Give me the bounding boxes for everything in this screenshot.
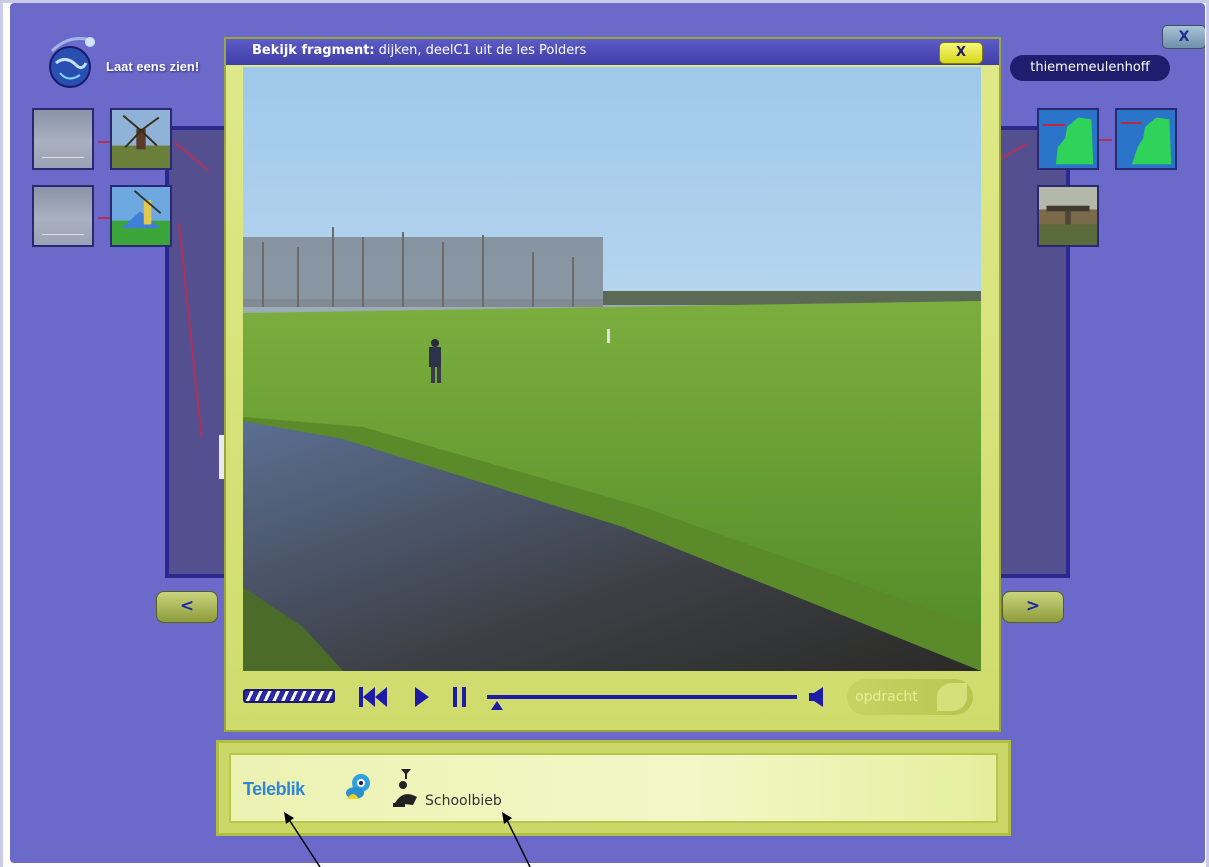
thumbnail-power-lines[interactable] bbox=[32, 185, 94, 247]
app-title: Laat eens zien! bbox=[106, 59, 200, 74]
footer-bar: Teleblik Schoolbieb bbox=[216, 740, 1011, 836]
modal-title-prefix: Bekijk fragment: bbox=[252, 43, 375, 58]
buffer-progress-bar bbox=[243, 689, 335, 703]
video-frame[interactable] bbox=[243, 67, 981, 671]
pause-icon[interactable] bbox=[453, 687, 467, 707]
schoolbieb-reader-icon bbox=[393, 769, 417, 807]
footer-inner: Teleblik Schoolbieb bbox=[229, 753, 998, 823]
annotation-arrow-icon bbox=[284, 812, 321, 867]
next-button[interactable]: > bbox=[1002, 591, 1064, 623]
thumbnail-windmill[interactable] bbox=[110, 108, 172, 170]
modal-titlebar: Bekijk fragment: dijken, deelC1 uit de le… bbox=[226, 39, 999, 65]
connector-line bbox=[1098, 139, 1112, 141]
playback-slider-track[interactable] bbox=[487, 695, 797, 699]
globe-logo-icon bbox=[49, 37, 95, 88]
thumbnail-windmill-diagram[interactable] bbox=[110, 185, 172, 247]
play-icon[interactable] bbox=[415, 687, 429, 707]
player-controls: opdracht bbox=[243, 679, 983, 719]
teleblik-link[interactable]: Teleblik bbox=[243, 779, 305, 800]
video-modal: Bekijk fragment: dijken, deelC1 uit de le… bbox=[224, 37, 1001, 732]
teleblik-mascot-icon bbox=[346, 774, 370, 799]
annotation-arrow-icon bbox=[502, 812, 531, 867]
thumbnail-map-netherlands[interactable] bbox=[1037, 108, 1099, 170]
previous-button[interactable]: < bbox=[156, 591, 218, 623]
modal-close-button[interactable]: X bbox=[939, 42, 983, 64]
modal-title-text: dijken, deelC1 uit de les Polders bbox=[378, 43, 587, 58]
modal-title: Bekijk fragment: dijken, deelC1 uit de le… bbox=[252, 43, 586, 58]
publisher-logo: thiememeulenhoff bbox=[1010, 55, 1170, 81]
app-close-button[interactable]: X bbox=[1162, 25, 1205, 49]
task-button[interactable]: opdracht bbox=[847, 679, 973, 715]
task-button-label: opdracht bbox=[855, 689, 918, 705]
power-lines-icon bbox=[42, 214, 84, 235]
thumbnail-map-netherlands[interactable] bbox=[1115, 108, 1177, 170]
playback-slider-knob[interactable] bbox=[491, 701, 503, 710]
thumbnail-bridge[interactable] bbox=[1037, 185, 1099, 247]
power-lines-icon bbox=[42, 137, 84, 158]
thumbnail-power-lines[interactable] bbox=[32, 108, 94, 170]
rewind-icon[interactable] bbox=[359, 687, 387, 707]
schoolbieb-link[interactable]: Schoolbieb bbox=[425, 793, 502, 809]
volume-icon[interactable] bbox=[809, 687, 823, 707]
leaf-icon bbox=[937, 683, 967, 711]
